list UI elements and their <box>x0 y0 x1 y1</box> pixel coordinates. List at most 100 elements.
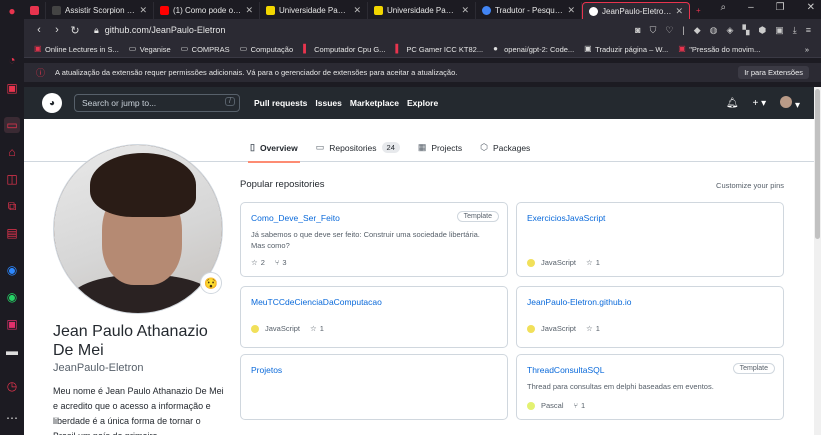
url-field[interactable]: 🔒︎ github.com/JeanPaulo-Eletron <box>94 25 225 36</box>
tab[interactable]: Assistir Scorpion todas ✕ <box>46 2 154 19</box>
tab[interactable]: (1) Como pode o Celso ✕ <box>154 2 260 19</box>
bookmark-icon[interactable]: ◫ <box>4 171 20 187</box>
repo-link[interactable]: ExerciciosJavaScript <box>527 213 605 223</box>
close-icon[interactable]: ✕ <box>139 5 147 16</box>
repo-link[interactable]: Como_Deve_Ser_Feito <box>251 213 340 223</box>
repo-link[interactable]: JeanPaulo-Eletron.github.io <box>527 297 631 307</box>
repo-link[interactable]: ThreadConsultaSQL <box>527 365 605 375</box>
translate-icon: ▣ <box>584 44 592 53</box>
search-input[interactable]: Search or jump to... / <box>74 94 240 112</box>
package-icon: ⬡ <box>480 142 488 152</box>
reload-icon[interactable]: ↻ <box>66 24 84 37</box>
info-icon: ⓘ <box>36 68 46 78</box>
nav-explore[interactable]: Explore <box>407 98 438 108</box>
tab-pinned[interactable] <box>24 2 46 19</box>
bookmark-item[interactable]: ▣ "Pressão do movim... <box>678 45 760 54</box>
home-icon[interactable]: ⌂ <box>4 144 20 160</box>
snapshot-icon[interactable]: ▣ <box>775 25 784 36</box>
bookmark-item[interactable]: ▌ PC Gamer ICC KT82... <box>395 45 483 54</box>
repo-link[interactable]: Projetos <box>251 365 282 375</box>
extension-icon[interactable]: ◆ <box>694 25 701 36</box>
github-logo-icon[interactable]: ◕ <box>42 93 62 113</box>
tab-overview[interactable]: ▯ Overview <box>248 133 300 163</box>
gamepad-icon[interactable]: ⧉ <box>4 198 20 214</box>
close-icon[interactable]: ✕ <box>675 6 683 17</box>
minimize-icon[interactable]: – <box>748 2 754 13</box>
download-icon[interactable]: ⤓ <box>793 25 797 36</box>
speed-dial-icon[interactable]: ◔ <box>4 52 20 68</box>
search-tabs-icon[interactable]: ⌕ <box>720 2 726 13</box>
nav-marketplace[interactable]: Marketplace <box>350 98 399 108</box>
close-window-icon[interactable]: ✕ <box>807 2 815 13</box>
close-icon[interactable]: ✕ <box>461 5 469 16</box>
go-to-extensions-button[interactable]: Ir para Extensões <box>738 66 809 79</box>
tab-favicon-icon <box>30 6 39 15</box>
heart-icon[interactable]: ♡ <box>665 25 673 36</box>
customize-pins-link[interactable]: Customize your pins <box>716 181 784 190</box>
whatsapp-icon[interactable]: ◉ <box>4 289 20 305</box>
wallet-icon[interactable]: ▤ <box>4 225 20 241</box>
status-emoji-icon[interactable]: 😯 <box>200 272 222 294</box>
tab[interactable]: Tradutor - Pesquisa Go ✕ <box>476 2 582 19</box>
close-icon[interactable]: ✕ <box>567 5 575 16</box>
bookmark-item[interactable]: ▣ Traduzir página – W... <box>584 45 668 54</box>
tab-repositories[interactable]: ▭ Repositories 24 <box>316 133 400 162</box>
history-icon[interactable]: ◷ <box>4 378 20 394</box>
tab-projects[interactable]: ▦ Projects <box>418 133 462 162</box>
back-icon[interactable]: ‹ <box>30 24 48 36</box>
close-icon[interactable]: ✕ <box>245 5 253 16</box>
language-color-dot <box>527 324 535 333</box>
user-menu[interactable]: ▾ <box>780 95 800 111</box>
twitch-icon[interactable]: ▣ <box>4 80 20 96</box>
tab-packages[interactable]: ⬡ Packages <box>480 133 530 162</box>
bookmark-item[interactable]: ▣ Online Lectures in S... <box>34 45 119 54</box>
address-bar-tools: ◙ ⛉ ♡ | ◆ ◍ ◈ ▚ ⬢ ▣ ⤓ ≡ <box>635 25 811 36</box>
tab-active[interactable]: JeanPaulo-Eletron (Jea ✕ <box>582 2 690 19</box>
messenger-icon[interactable]: ◉ <box>4 262 20 278</box>
menu-icon[interactable]: ≡ <box>806 25 811 36</box>
extension-icon[interactable]: ◈ <box>727 25 734 36</box>
stars-link[interactable]: ☆ 1 <box>586 324 600 333</box>
bookmark-item[interactable]: ▌ Computador Cpu G... <box>303 45 385 54</box>
forward-icon[interactable]: › <box>48 24 66 36</box>
maximize-icon[interactable]: ❐ <box>776 2 785 13</box>
bookmark-folder[interactable]: ▭ Computação <box>240 45 294 54</box>
bookmark-folder[interactable]: ▭ Veganise <box>129 45 171 54</box>
page-scrollbar[interactable] <box>814 87 821 435</box>
profile-avatar[interactable] <box>53 144 223 314</box>
new-tab-button[interactable]: + <box>690 2 708 19</box>
store-icon: ▌ <box>395 44 402 53</box>
instagram-icon[interactable]: ▣ <box>4 316 20 332</box>
camera-icon[interactable]: ◙ <box>635 25 640 36</box>
player-icon[interactable]: ▭ <box>4 117 20 133</box>
youtube-icon <box>160 6 169 15</box>
stars-link[interactable]: ☆ 2 <box>251 258 265 267</box>
opera-menu-icon[interactable]: ● <box>4 3 20 19</box>
forks-link[interactable]: ⑂ 1 <box>574 401 586 410</box>
nav-pull-requests[interactable]: Pull requests <box>254 98 307 108</box>
stars-link[interactable]: ☆ 1 <box>310 324 324 333</box>
translate-icon[interactable]: ▚ <box>742 25 749 36</box>
more-bookmarks-icon[interactable]: » <box>805 45 809 54</box>
close-icon[interactable]: ✕ <box>353 5 361 16</box>
more-icon[interactable]: ⋯ <box>4 410 20 426</box>
forks-link[interactable]: ⑂ 3 <box>275 258 287 267</box>
repo-icon: ▭ <box>315 142 325 152</box>
cube-icon[interactable]: ⬢ <box>758 25 766 36</box>
scrollbar-thumb[interactable] <box>815 89 820 239</box>
chat-icon[interactable]: ▬ <box>4 343 20 359</box>
shield-icon[interactable]: ⛉ <box>650 25 657 36</box>
bookmark-folder[interactable]: ▭ COMPRAS <box>181 45 230 54</box>
vpn-icon[interactable]: ◍ <box>710 25 718 36</box>
repo-link[interactable]: MeuTCCdeCienciaDaComputacao <box>251 297 382 307</box>
repo-card: JeanPaulo-Eletron.github.io JavaScript ☆… <box>516 286 784 348</box>
tab[interactable]: Universidade Paulista ✕ <box>368 2 476 19</box>
tab[interactable]: Universidade Paulista ✕ <box>260 2 368 19</box>
nav-issues[interactable]: Issues <box>315 98 341 108</box>
bell-icon[interactable]: 🔔︎ <box>726 98 739 109</box>
separator: | <box>682 24 685 35</box>
video-icon: ▣ <box>34 44 42 53</box>
create-new-button[interactable]: + ▾ <box>753 98 767 109</box>
stars-link[interactable]: ☆ 1 <box>586 258 600 267</box>
bookmark-item[interactable]: ● openai/gpt-2: Code... <box>493 45 574 54</box>
